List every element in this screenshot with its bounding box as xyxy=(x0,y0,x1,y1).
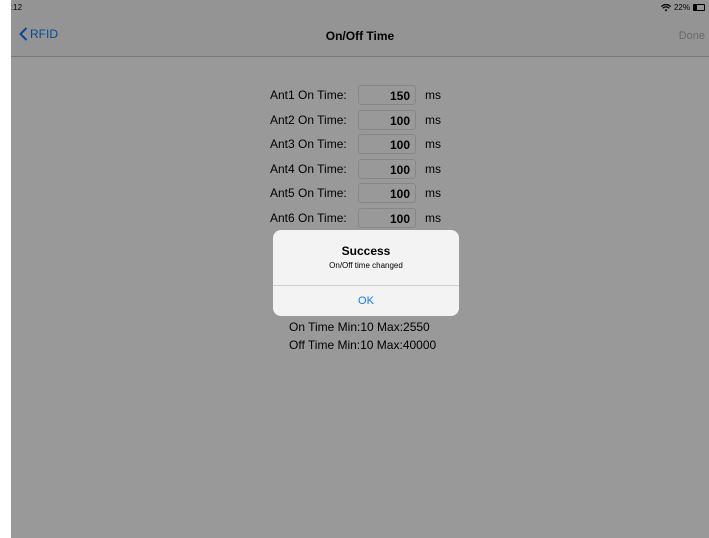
screen: 16:12 22% RFID On/Off Time Done Ant1 On … xyxy=(11,0,709,538)
alert-title: Success xyxy=(341,244,391,258)
success-alert: Success On/Off time changed OK xyxy=(273,230,459,316)
ok-button[interactable]: OK xyxy=(273,286,459,316)
alert-message: On/Off time changed xyxy=(329,261,403,270)
